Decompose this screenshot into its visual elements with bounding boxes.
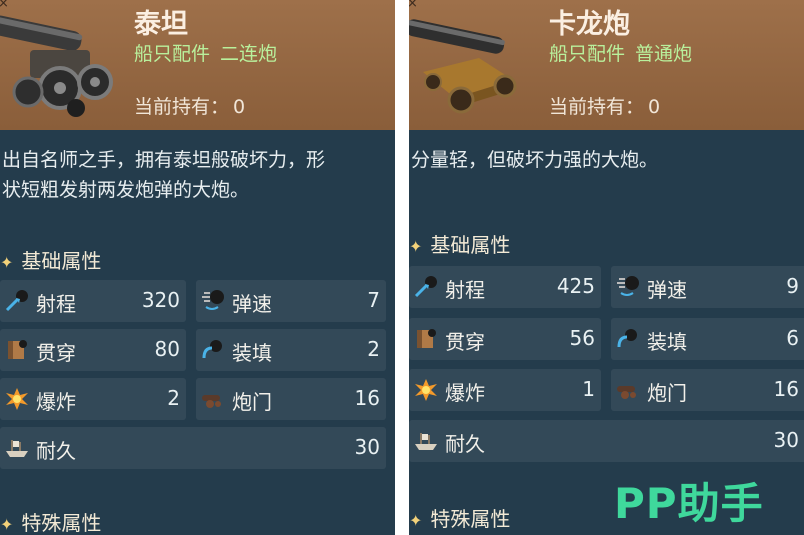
stat-range: 射程 425 (409, 266, 601, 308)
stat-pierce: 贯穿 80 (0, 329, 186, 371)
owned-count: 当前持有： 0 (134, 92, 245, 119)
gunport-icon (202, 395, 221, 408)
item-card-carronade: × 卡龙炮 船只配件 普通炮 当前持有： 0 分量轻，但破坏力强的大炮。 ✦ 基础属性… (409, 0, 804, 535)
stat-explode: 爆炸 1 (409, 369, 601, 411)
stat-range: 射程 320 (0, 280, 186, 322)
stat-durability: 耐久 30 (0, 427, 386, 469)
reload-icon (617, 329, 637, 348)
watermark: PP助手 (614, 479, 764, 528)
range-icon (414, 276, 437, 298)
stat-gunport: 炮门 16 (611, 369, 804, 411)
owned-value: 0 (233, 96, 246, 118)
star-icon: ✦ (0, 515, 14, 534)
stat-reload: 装填 6 (611, 318, 804, 360)
item-name: 卡龙炮 (549, 9, 630, 40)
owned-label: 当前持有： (134, 96, 230, 118)
explosion-icon (415, 379, 437, 401)
special-attributes-title: ✦ 特殊属性 (409, 507, 511, 531)
basic-attributes-title: ✦ 基础属性 (0, 249, 102, 273)
star-icon: ✦ (0, 253, 14, 272)
item-name: 泰坦 (134, 9, 188, 40)
owned-value: 0 (648, 96, 661, 118)
item-description: 出自名师之手，拥有泰坦般破坏力，形 状短粗发射两发炮弹的大炮。 (2, 149, 326, 201)
basic-attributes-title: ✦ 基础属性 (409, 233, 511, 257)
item-description: 分量轻，但破坏力强的大炮。 (411, 149, 659, 171)
stat-explode: 爆炸 2 (0, 378, 186, 420)
item-subtype: 普通炮 (635, 43, 693, 65)
cannon-icon (409, 19, 517, 114)
ship-icon (415, 433, 437, 450)
special-attributes-title: ✦ 特殊属性 (0, 511, 102, 535)
star-icon: ✦ (409, 511, 423, 530)
stat-speed: 弹速 7 (196, 280, 386, 322)
range-icon (5, 290, 28, 312)
item-category: 船只配件 (134, 43, 211, 65)
reload-icon (202, 340, 222, 359)
stat-pierce: 贯穿 56 (409, 318, 601, 360)
item-category: 船只配件 (549, 43, 626, 65)
gunport-icon (617, 386, 636, 399)
item-card-titan: × 泰坦 船只配件 二连炮 当前持有： 0 出自名师之手，拥有泰坦般破坏力，形 状短… (0, 0, 395, 535)
stat-gunport: 炮门 16 (196, 378, 386, 420)
pierce-icon (417, 329, 436, 348)
owned-count: 当前持有： 0 (549, 92, 660, 119)
item-type: 船只配件 二连炮 (134, 39, 277, 66)
pierce-icon (8, 340, 27, 359)
cannon-icon (0, 15, 113, 117)
star-icon: ✦ (409, 237, 423, 256)
item-header: × 泰坦 船只配件 二连炮 当前持有： 0 (0, 0, 395, 130)
item-type: 船只配件 普通炮 (549, 39, 692, 66)
speed-icon (617, 276, 639, 296)
item-header: × 卡龙炮 船只配件 普通炮 当前持有： 0 (409, 0, 804, 130)
explosion-icon (6, 388, 28, 410)
owned-label: 当前持有： (549, 96, 645, 118)
stat-durability: 耐久 30 (409, 420, 804, 462)
ship-icon (6, 440, 28, 457)
stat-speed: 弹速 9 (611, 266, 804, 308)
stat-reload: 装填 2 (196, 329, 386, 371)
item-subtype: 二连炮 (220, 43, 278, 65)
speed-icon (202, 290, 224, 310)
